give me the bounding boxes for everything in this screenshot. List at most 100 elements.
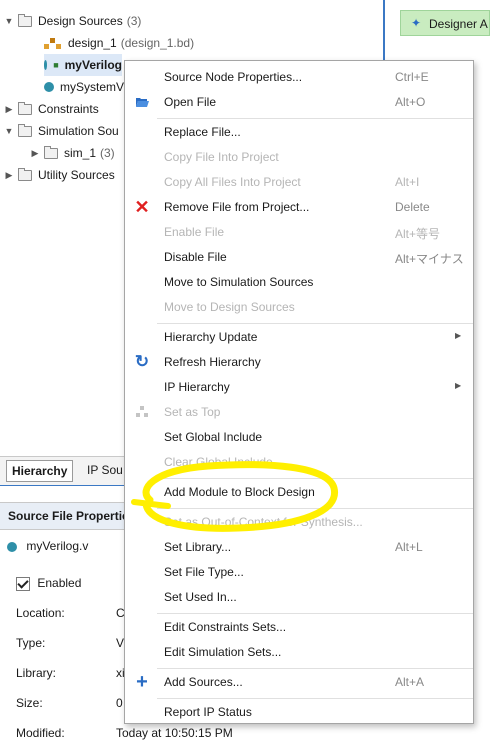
- menu-label: Set Used In...: [164, 590, 237, 604]
- prop-label-size: Size:: [16, 696, 43, 710]
- menu-label: Set as Out-of-Context for Synthesis...: [164, 515, 363, 529]
- menu-item-move-to-simulation[interactable]: Move to Simulation Sources: [125, 270, 473, 295]
- menu-label: Copy All Files Into Project: [164, 175, 301, 189]
- menu-shortcut: Alt+O: [395, 95, 426, 109]
- menu-shortcut: Ctrl+E: [395, 70, 429, 84]
- enabled-checkbox[interactable]: [16, 576, 30, 591]
- tree-label: design_1: [68, 36, 117, 50]
- menu-label: Add Module to Block Design: [164, 485, 315, 499]
- menu-label: Set File Type...: [164, 565, 244, 579]
- enabled-label: Enabled: [37, 576, 82, 590]
- remove-x-icon: ✕: [134, 196, 150, 217]
- tree-label: mySystemV: [60, 80, 125, 94]
- properties-file-row: myVerilog.v: [7, 539, 88, 553]
- tree-node-sim-1[interactable]: ▶ sim_1 (3): [30, 142, 115, 164]
- context-menu: Source Node Properties... Ctrl+E Open Fi…: [124, 60, 474, 724]
- menu-shortcut: Alt+I: [395, 175, 420, 189]
- menu-label: Add Sources...: [164, 675, 243, 689]
- menu-label: Replace File...: [164, 125, 241, 139]
- tree-label: Utility Sources: [38, 168, 115, 182]
- submenu-arrow-icon: ▶: [455, 331, 462, 340]
- folder-icon: [18, 167, 32, 181]
- menu-item-move-to-design[interactable]: Move to Design Sources: [125, 295, 473, 320]
- menu-item-hierarchy-update[interactable]: Hierarchy Update ▶: [125, 325, 473, 350]
- menu-label: Hierarchy Update: [164, 330, 258, 344]
- enabled-checkbox-row[interactable]: Enabled: [16, 576, 81, 591]
- prop-value-type[interactable]: V: [116, 636, 124, 650]
- menu-item-set-file-type[interactable]: Set File Type...: [125, 560, 473, 585]
- menu-label: Open File: [164, 95, 217, 109]
- designer-tab-label: Designer A: [429, 17, 488, 31]
- menu-item-set-global-include[interactable]: Set Global Include: [125, 425, 473, 450]
- tree-node-design-sources[interactable]: ▼ Design Sources (3): [4, 10, 141, 32]
- designer-assistance-tab[interactable]: ✦ Designer A: [400, 10, 490, 36]
- menu-label: Clear Global Include: [164, 455, 273, 469]
- chevron-down-icon[interactable]: ▼: [4, 126, 14, 136]
- tree-label: Design Sources: [38, 14, 123, 28]
- menu-shortcut: Alt+マイナス: [395, 252, 464, 266]
- folder-icon: [44, 145, 58, 159]
- menu-item-set-used-in[interactable]: Set Used In...: [125, 585, 473, 610]
- chevron-down-icon[interactable]: ▼: [4, 16, 14, 26]
- folder-icon: [18, 101, 32, 115]
- menu-item-add-module-to-block-design[interactable]: Add Module to Block Design: [125, 480, 473, 505]
- menu-item-set-as-top[interactable]: Set as Top: [125, 400, 473, 425]
- prop-label-location: Location:: [16, 606, 65, 620]
- prop-label-modified: Modified:: [16, 726, 65, 740]
- tree-label: Constraints: [38, 102, 99, 116]
- menu-item-open-file[interactable]: Open File Alt+O: [125, 90, 473, 115]
- menu-item-ip-hierarchy[interactable]: IP Hierarchy ▶: [125, 375, 473, 400]
- chevron-right-icon[interactable]: ▶: [4, 170, 14, 181]
- hierarchy-icon: ■: [53, 60, 59, 70]
- menu-item-disable-file[interactable]: Disable File Alt+マイナス: [125, 245, 473, 270]
- menu-separator: [157, 698, 473, 699]
- tree-label: sim_1: [64, 146, 97, 160]
- menu-item-enable-file[interactable]: Enable File Alt+等号: [125, 220, 473, 245]
- prop-label-library: Library:: [16, 666, 57, 680]
- pin-icon: ✦: [411, 16, 422, 30]
- open-folder-icon: [133, 93, 151, 111]
- menu-item-replace-file[interactable]: Replace File...: [125, 120, 473, 145]
- menu-separator: [157, 613, 473, 614]
- menu-label: Move to Simulation Sources: [164, 275, 314, 289]
- menu-label: Set as Top: [164, 405, 221, 419]
- menu-item-copy-file-into-project[interactable]: Copy File Into Project: [125, 145, 473, 170]
- prop-value-modified: Today at 10:50:15 PM: [116, 726, 233, 740]
- systemverilog-file-icon: [44, 82, 54, 92]
- tree-detail: (design_1.bd): [120, 36, 195, 50]
- menu-item-refresh-hierarchy[interactable]: ↻ Refresh Hierarchy: [125, 350, 473, 375]
- menu-item-set-out-of-context[interactable]: Set as Out-of-Context for Synthesis...: [125, 510, 473, 535]
- menu-item-add-sources[interactable]: + Add Sources... Alt+A: [125, 670, 473, 695]
- menu-item-source-node-properties[interactable]: Source Node Properties... Ctrl+E: [125, 65, 473, 90]
- prop-label-type: Type:: [16, 636, 46, 650]
- menu-item-copy-all-files[interactable]: Copy All Files Into Project Alt+I: [125, 170, 473, 195]
- menu-label: Remove File from Project...: [164, 200, 310, 214]
- hierarchy-icon: [133, 403, 151, 421]
- menu-label: Report IP Status: [164, 705, 252, 719]
- block-design-icon: [44, 37, 62, 49]
- tree-node-utility-sources[interactable]: ▶ Utility Sources: [4, 164, 115, 186]
- menu-item-clear-global-include[interactable]: Clear Global Include: [125, 450, 473, 475]
- tab-hierarchy[interactable]: Hierarchy: [6, 460, 74, 482]
- menu-item-remove-file[interactable]: ✕ Remove File from Project... Delete: [125, 195, 473, 220]
- tree-node-my-system[interactable]: mySystemV: [44, 76, 124, 98]
- folder-icon: [18, 123, 32, 137]
- chevron-right-icon[interactable]: ▶: [30, 148, 40, 159]
- menu-separator: [157, 323, 473, 324]
- menu-label: Enable File: [164, 225, 225, 239]
- tree-node-design-1[interactable]: design_1 (design_1.bd): [44, 32, 194, 54]
- tab-ip-sources[interactable]: IP Sou: [82, 460, 128, 480]
- menu-item-set-library[interactable]: Set Library... Alt+L: [125, 535, 473, 560]
- menu-separator: [157, 668, 473, 669]
- tree-node-constraints[interactable]: ▶ Constraints: [4, 98, 99, 120]
- menu-item-edit-constraints-sets[interactable]: Edit Constraints Sets...: [125, 615, 473, 640]
- tree-node-simulation-sources[interactable]: ▼ Simulation Sou: [4, 120, 119, 142]
- menu-item-report-ip-status[interactable]: Report IP Status: [125, 700, 473, 725]
- chevron-right-icon[interactable]: ▶: [4, 104, 14, 115]
- tree-node-my-verilog[interactable]: ■ myVerilog: [44, 54, 122, 76]
- prop-value-size: 0: [116, 696, 123, 710]
- menu-shortcut: Alt+等号: [395, 227, 441, 241]
- menu-separator: [157, 118, 473, 119]
- menu-shortcut: Alt+L: [395, 540, 423, 554]
- menu-item-edit-simulation-sets[interactable]: Edit Simulation Sets...: [125, 640, 473, 665]
